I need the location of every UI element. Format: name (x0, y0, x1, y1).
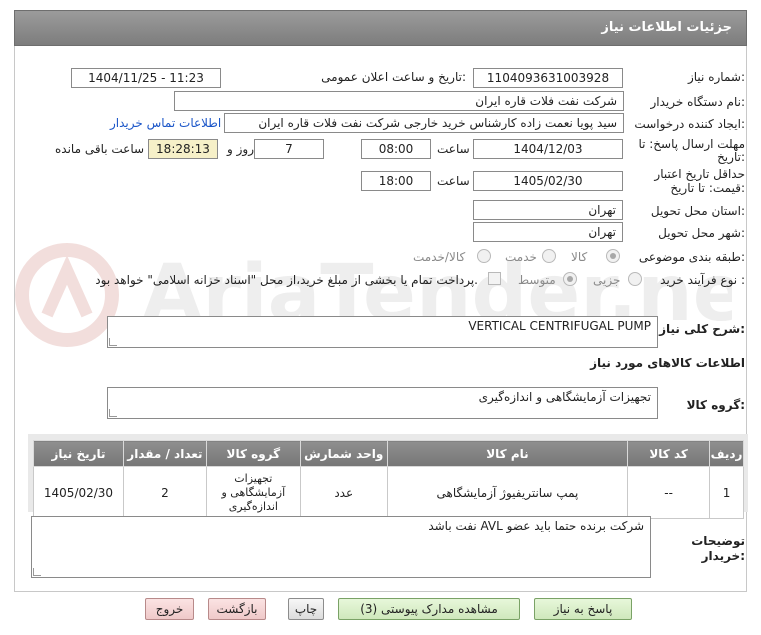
category-radio-service[interactable] (542, 249, 556, 263)
goods-info-title: اطلاعات کالاهای مورد نیاز (590, 356, 745, 370)
deadline-time-field[interactable]: 08:00 (361, 139, 431, 159)
remaining-time-field: 18:28:13 (148, 139, 218, 159)
category-radio-goods[interactable] (606, 249, 620, 263)
deadline-time-label: ساعت (437, 142, 470, 156)
buyer-org-label: نام دستگاه خریدار: (650, 95, 746, 109)
cell-date: 1405/02/30 (33, 466, 124, 519)
creator-field[interactable]: سید پویا نعمت زاده کارشناس خرید خارجی شر… (224, 113, 624, 133)
header-unit: واحد شمارش (299, 440, 388, 467)
validity-time-label: ساعت (437, 174, 470, 188)
announce-label: تاریخ و ساعت اعلان عمومی: (321, 70, 466, 84)
print-button[interactable]: چاپ (288, 598, 324, 620)
buyer-org-field[interactable]: شرکت نفت فلات قاره ایران (174, 91, 624, 111)
buyer-notes-field[interactable]: شرکت برنده حتما باید عضو AVL نفت باشد (31, 516, 651, 578)
goods-group-field[interactable]: تجهیزات آزمایشگاهی و اندازه‌گیری (107, 387, 658, 419)
deadline-label: مهلت ارسال پاسخ: تا (638, 137, 745, 151)
process-option-medium: متوسط (518, 273, 556, 287)
days-field[interactable]: 7 (254, 139, 324, 159)
resize-grip-icon[interactable] (33, 568, 41, 576)
deadline-label-date: تاریخ: (717, 150, 745, 164)
province-label: استان محل تحویل: (650, 204, 745, 218)
category-label: طبقه بندی موضوعی: (638, 250, 745, 264)
back-button[interactable]: بازگشت (208, 598, 266, 620)
header-group: گروه کالا (205, 440, 301, 467)
province-field[interactable]: تهران (473, 200, 623, 220)
validity-date-field[interactable]: 1405/02/30 (473, 171, 623, 191)
description-label: شرح کلی نیاز: (659, 322, 745, 336)
header-code: کد کالا (627, 440, 711, 467)
payment-note: پرداخت تمام یا بخشی از مبلغ خرید،از محل … (95, 273, 478, 287)
cell-code: -- (627, 466, 711, 519)
cell-name: پمپ سانتریفیوژ آزمایشگاهی (386, 466, 629, 519)
category-option-service: خدمت (505, 250, 537, 264)
exit-button[interactable]: خروج (145, 598, 194, 620)
goods-table: ردیف کد کالا نام کالا واحد شمارش گروه کا… (33, 440, 744, 519)
cell-group: تجهیزات آزمایشگاهی و اندازه‌گیری (205, 466, 301, 519)
buyer-notes-label-2: خریدار: (701, 549, 745, 563)
header-row-number: ردیف (709, 440, 744, 467)
city-field[interactable]: تهران (473, 222, 623, 242)
category-radio-goods-service[interactable] (477, 249, 491, 263)
description-value: VERTICAL CENTRIFUGAL PUMP (468, 319, 651, 333)
announce-field[interactable]: 1404/11/25 - 11:23 (71, 68, 221, 88)
goods-group-label: گروه کالا: (686, 398, 745, 412)
header-name: نام کالا (386, 440, 629, 467)
cell-qty: 2 (123, 466, 207, 519)
panel-header: جزئیات اطلاعات نیاز (14, 10, 747, 46)
treasury-payment-checkbox[interactable] (488, 272, 501, 285)
deadline-date-field[interactable]: 1404/12/03 (473, 139, 623, 159)
category-option-goods: کالا (571, 250, 588, 264)
cell-row-number: 1 (709, 466, 744, 519)
table-row[interactable]: 1 -- پمپ سانتریفیوژ آزمایشگاهی عدد تجهیز… (33, 466, 744, 519)
process-option-minor: جزیی (593, 273, 621, 287)
need-number-label: شماره نیاز: (687, 70, 745, 84)
city-label: شهر محل تحویل: (658, 226, 745, 240)
validity-label: حداقل تاریخ اعتبار (654, 167, 745, 181)
validity-label-date: قیمت: تا تاریخ: (670, 181, 745, 195)
validity-time-field[interactable]: 18:00 (361, 171, 431, 191)
header-date: تاریخ نیاز (33, 440, 124, 467)
header-qty: تعداد / مقدار (123, 440, 207, 467)
panel-title: جزئیات اطلاعات نیاز (601, 20, 732, 35)
category-option-goods-service: کالا/خدمت (413, 250, 466, 264)
cell-unit: عدد (299, 466, 388, 519)
buyer-notes-label: توضیحات (691, 534, 745, 548)
need-number-field[interactable]: 1104093631003928 (473, 68, 623, 88)
reply-button[interactable]: پاسخ به نیاز (534, 598, 632, 620)
days-label: روز و (227, 142, 254, 156)
view-attachments-button[interactable]: مشاهده مدارک پیوستی (3) (338, 598, 520, 620)
process-radio-medium[interactable] (563, 272, 577, 286)
description-field[interactable]: VERTICAL CENTRIFUGAL PUMP (107, 316, 658, 348)
resize-grip-icon[interactable] (109, 338, 117, 346)
remaining-label: ساعت باقی مانده (55, 142, 145, 156)
creator-label: ایجاد کننده درخواست: (634, 117, 745, 131)
buyer-notes-value: شرکت برنده حتما باید عضو AVL نفت باشد (428, 519, 644, 533)
process-label: نوع فرآیند خرید : (660, 273, 745, 287)
contact-info-link[interactable]: اطلاعات تماس خریدار (110, 116, 221, 130)
process-radio-minor[interactable] (628, 272, 642, 286)
goods-group-value: تجهیزات آزمایشگاهی و اندازه‌گیری (478, 390, 651, 404)
resize-grip-icon[interactable] (109, 409, 117, 417)
